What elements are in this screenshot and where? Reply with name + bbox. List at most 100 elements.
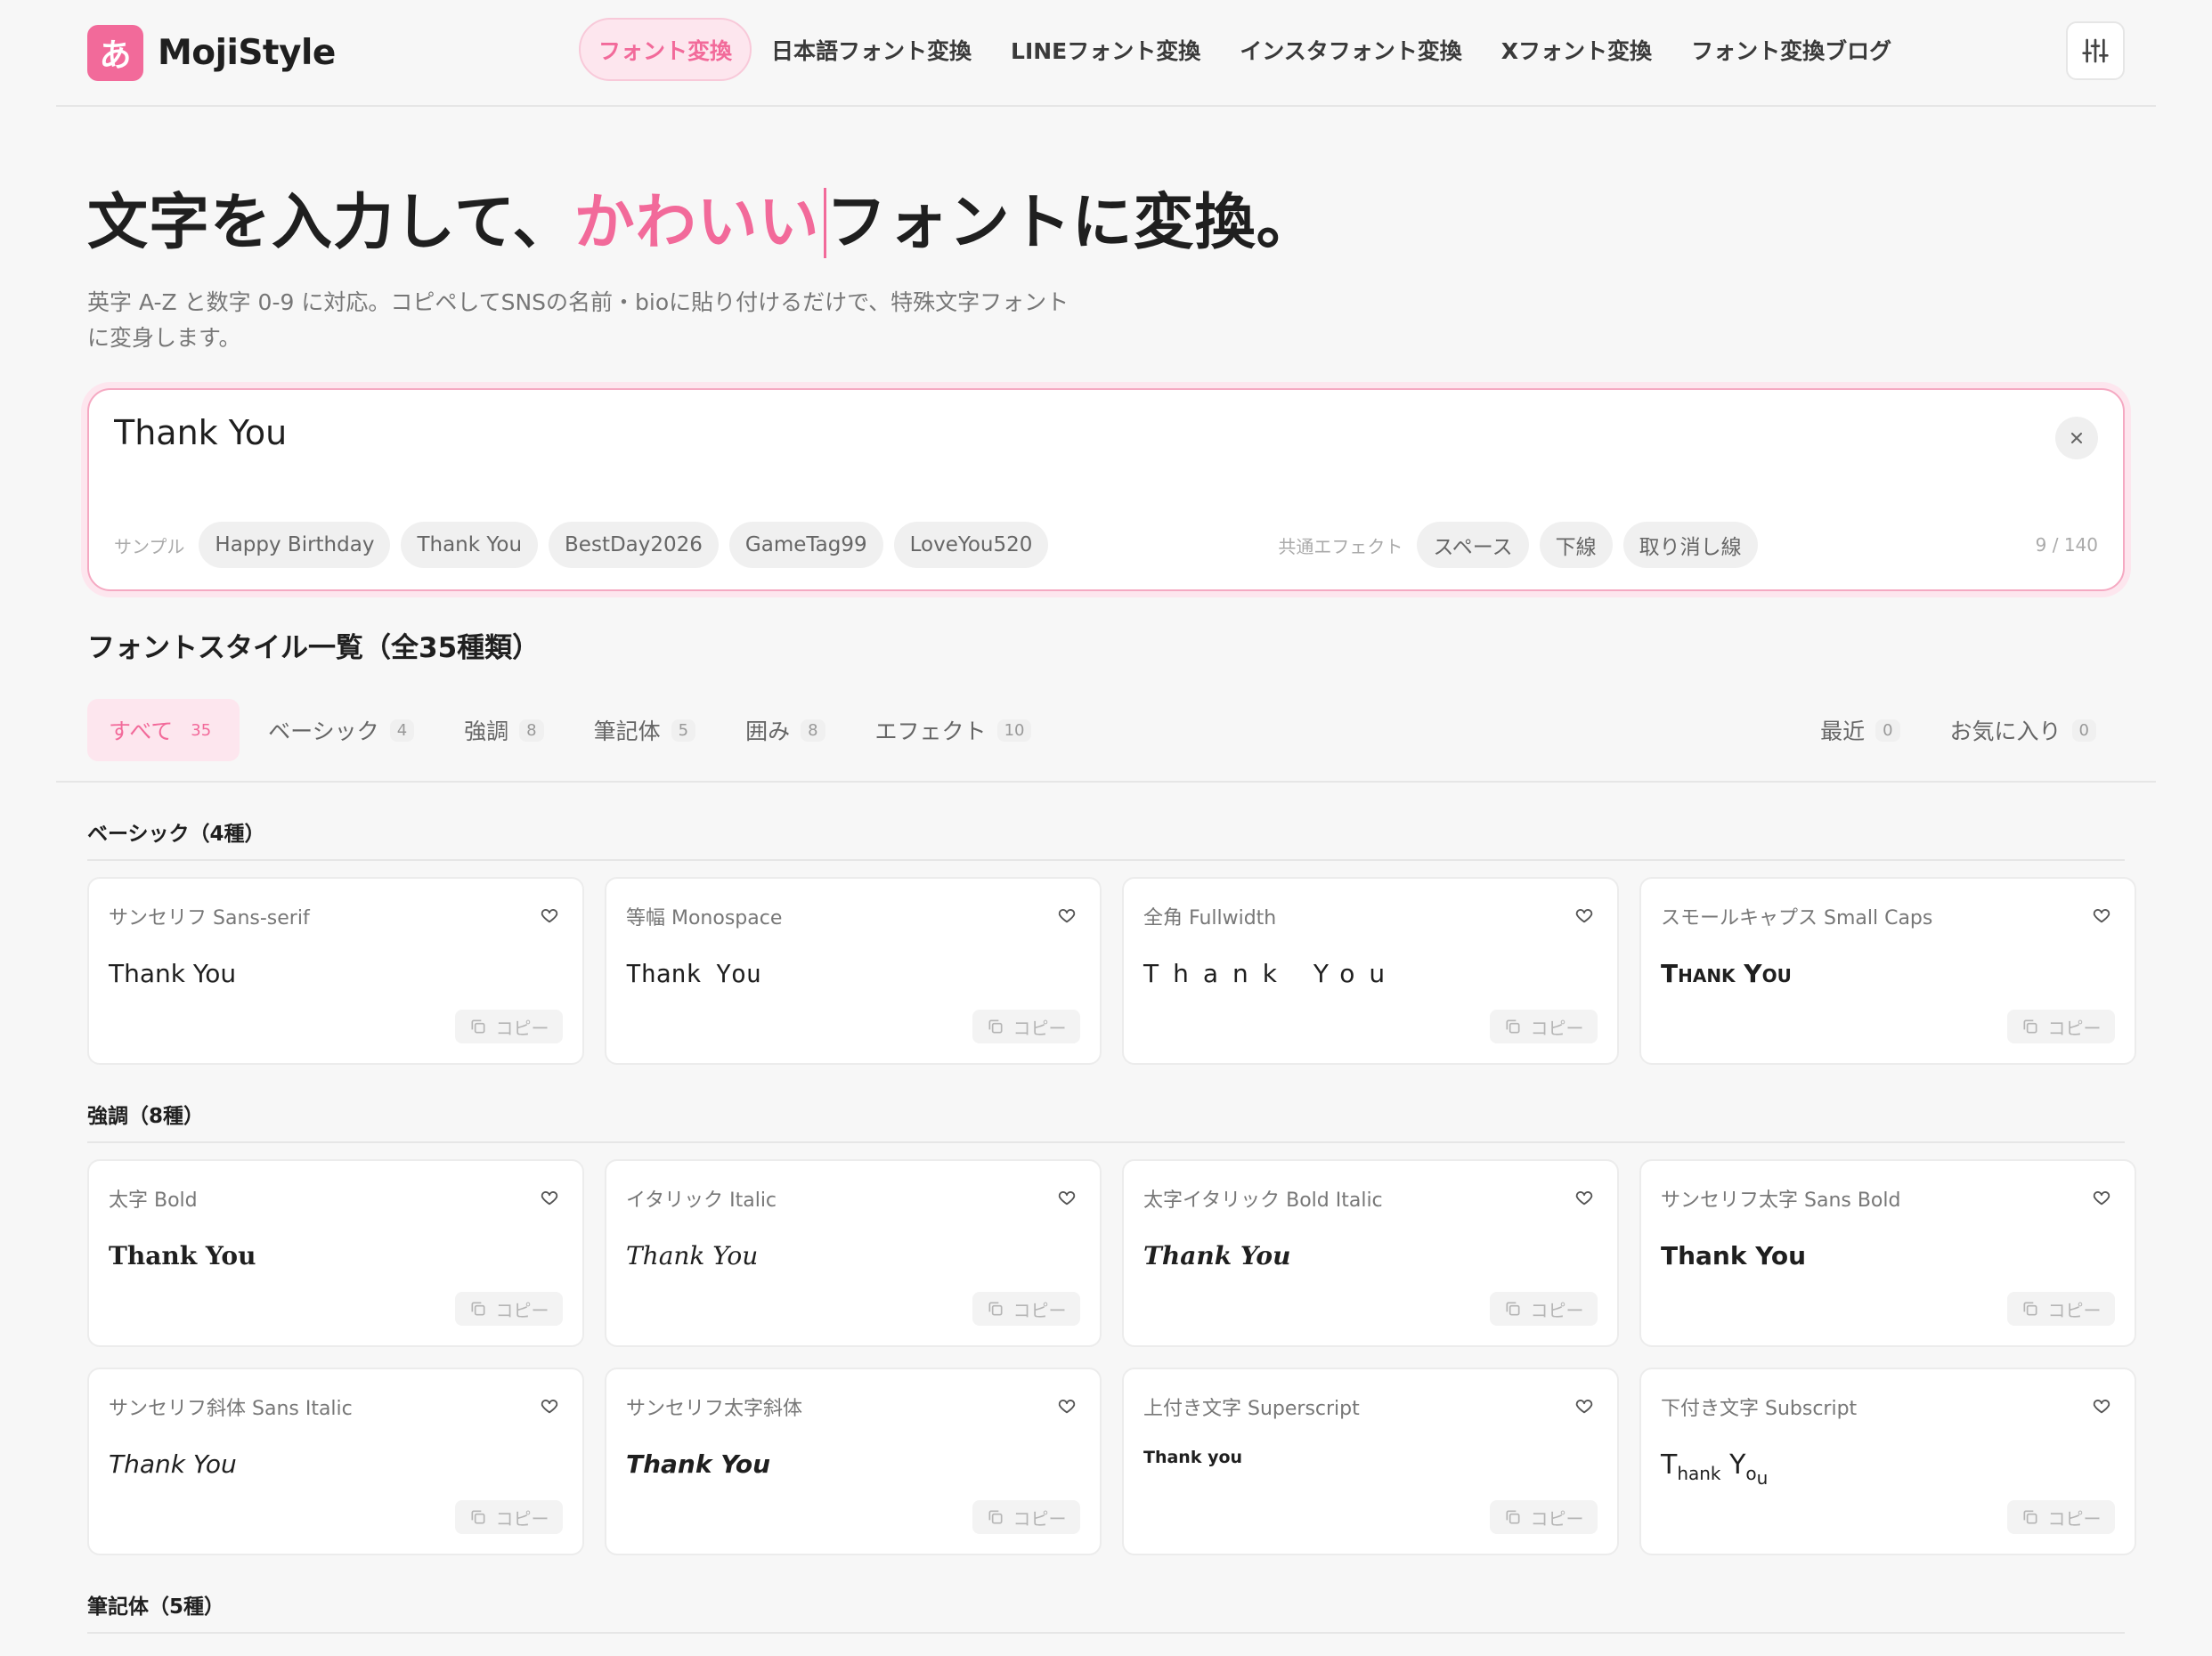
- effect-strike-chip[interactable]: 取り消し線: [1622, 522, 1758, 569]
- nav-instagram-font[interactable]: インスタフォント変換: [1220, 18, 1482, 81]
- effect-underline-chip[interactable]: 下線: [1539, 522, 1613, 569]
- heart-icon: [1575, 1191, 1593, 1205]
- tab-all[interactable]: すべて 35: [87, 699, 240, 762]
- font-style-name: 太字 Bold: [109, 1189, 198, 1213]
- tab-enclosed[interactable]: 囲み 8: [724, 699, 846, 761]
- font-card[interactable]: 太字イタリック Bold Italic Thank You コピー: [1122, 1159, 1619, 1348]
- font-style-name: 全角 Fullwidth: [1143, 907, 1277, 930]
- copy-button[interactable]: コピー: [972, 1500, 1080, 1535]
- copy-button[interactable]: コピー: [1490, 1010, 1598, 1044]
- font-card[interactable]: 太字 Bold Thank You コピー: [87, 1159, 584, 1348]
- copy-button[interactable]: コピー: [2007, 1010, 2115, 1044]
- font-sample: Thank You: [109, 1241, 256, 1271]
- font-style-name: サンセリフ Sans-serif: [109, 907, 310, 930]
- copy-icon: [1506, 1019, 1519, 1034]
- font-card[interactable]: 全角 Fullwidth Thank You コピー: [1122, 877, 1619, 1066]
- favorite-button[interactable]: [1574, 1396, 1594, 1419]
- input-footer: サンプル Happy Birthday Thank You BestDay202…: [114, 522, 2098, 569]
- font-card-grid: 太字 Bold Thank You コピー イタリック Italic Thank You…: [87, 1159, 2136, 1556]
- tab-effect[interactable]: エフェクト 10: [854, 699, 1053, 761]
- copy-button[interactable]: コピー: [1490, 1292, 1598, 1327]
- font-groups: ベーシック（4種） サンセリフ Sans-serif Thank You コピー 等幅 …: [56, 816, 2156, 1635]
- hero-title: 文字を入力して、かわいい フォントに変換。: [87, 188, 2125, 258]
- tab-emphasis[interactable]: 強調 8: [443, 699, 565, 761]
- nav-blog[interactable]: フォント変換ブログ: [1671, 18, 1911, 81]
- logo[interactable]: あ MojiStyle: [87, 24, 336, 81]
- favorite-button[interactable]: [540, 1188, 559, 1211]
- nav-japanese-font[interactable]: 日本語フォント変換: [752, 18, 991, 81]
- logo-text: MojiStyle: [158, 32, 336, 73]
- text-input[interactable]: [114, 413, 1806, 453]
- copy-button[interactable]: コピー: [2007, 1292, 2115, 1327]
- font-card[interactable]: サンセリフ太字斜体 Thank You コピー: [605, 1368, 1102, 1556]
- main-nav: フォント変換 日本語フォント変換 LINEフォント変換 インスタフォント変換 X…: [579, 18, 1911, 81]
- favorite-button[interactable]: [540, 1396, 559, 1419]
- tab-script[interactable]: 筆記体 5: [573, 699, 717, 761]
- sample-label: サンプル: [114, 535, 185, 557]
- sample-chip[interactable]: Thank You: [401, 522, 539, 569]
- copy-icon: [988, 1302, 1002, 1316]
- favorite-button[interactable]: [1574, 905, 1594, 929]
- copy-icon: [1506, 1302, 1519, 1316]
- favorite-button[interactable]: [1574, 1188, 1594, 1211]
- hero-description: 英字 A-Z と数字 0-9 に対応。コピペしてSNSの名前・bioに貼り付ける…: [87, 289, 1069, 352]
- copy-icon: [2023, 1302, 2037, 1316]
- font-card[interactable]: 下付き文字 Subscript Thank You コピー: [1639, 1368, 2136, 1556]
- settings-button[interactable]: [2066, 21, 2125, 80]
- favorite-button[interactable]: [2092, 1396, 2111, 1419]
- font-sample: Thank You: [109, 959, 237, 989]
- font-card[interactable]: サンセリフ太字 Sans Bold Thank You コピー: [1639, 1159, 2136, 1348]
- sample-chip[interactable]: Happy Birthday: [199, 522, 391, 569]
- font-card[interactable]: サンセリフ Sans-serif Thank You コピー: [87, 877, 584, 1066]
- copy-button[interactable]: コピー: [1490, 1500, 1598, 1535]
- copy-icon: [471, 1302, 484, 1316]
- favorite-button[interactable]: [1057, 1396, 1077, 1419]
- font-card[interactable]: 等幅 Monospace Thank You コピー: [605, 877, 1102, 1066]
- font-card[interactable]: スモールキャプス Small Caps Thank You コピー: [1639, 877, 2136, 1066]
- favorite-button[interactable]: [2092, 1188, 2111, 1211]
- tabs-right: 最近 0 お気に入り 0: [1799, 699, 2125, 761]
- group-title: 強調（8種）: [87, 1099, 2125, 1144]
- font-sample: Thank You: [1661, 1449, 1769, 1490]
- font-card-grid: サンセリフ Sans-serif Thank You コピー 等幅 Monospace…: [87, 877, 2136, 1066]
- font-card[interactable]: イタリック Italic Thank You コピー: [605, 1159, 1102, 1348]
- copy-icon: [471, 1019, 484, 1034]
- favorite-button[interactable]: [1057, 1188, 1077, 1211]
- heart-icon: [541, 1400, 558, 1414]
- copy-icon: [2023, 1019, 2037, 1034]
- nav-line-font[interactable]: LINEフォント変換: [991, 18, 1220, 81]
- sample-chip[interactable]: LoveYou520: [893, 522, 1049, 569]
- nav-x-font[interactable]: Xフォント変換: [1482, 18, 1671, 81]
- copy-button[interactable]: コピー: [455, 1292, 563, 1327]
- copy-button[interactable]: コピー: [972, 1010, 1080, 1044]
- copy-icon: [988, 1019, 1002, 1034]
- favorite-button[interactable]: [1057, 905, 1077, 929]
- effect-space-chip[interactable]: スペース: [1417, 522, 1529, 569]
- heart-icon: [1575, 1400, 1593, 1414]
- copy-button[interactable]: コピー: [455, 1010, 563, 1044]
- nav-font-convert[interactable]: フォント変換: [579, 18, 752, 81]
- sample-chip[interactable]: GameTag99: [728, 522, 883, 569]
- tab-basic[interactable]: ベーシック 4: [247, 699, 435, 761]
- tab-recent[interactable]: 最近 0: [1799, 699, 1921, 761]
- copy-button[interactable]: コピー: [455, 1500, 563, 1535]
- heart-icon: [541, 1191, 558, 1205]
- clear-button[interactable]: [2055, 417, 2098, 460]
- heart-icon: [1575, 909, 1593, 923]
- font-sample: Thank you: [1143, 1448, 1243, 1468]
- hero-title-pre: 文字を入力して、: [87, 188, 574, 258]
- sample-chip[interactable]: BestDay2026: [549, 522, 719, 569]
- font-style-name: 等幅 Monospace: [626, 907, 783, 930]
- page: あ MojiStyle フォント変換 日本語フォント変換 LINEフォント変換 …: [0, 0, 2212, 1656]
- font-card[interactable]: 上付き文字 Superscript Thank you コピー: [1122, 1368, 1619, 1556]
- font-sample: Thank You: [626, 959, 761, 989]
- sliders-icon: [2082, 38, 2109, 63]
- font-sample: Thank You: [1661, 959, 1792, 989]
- copy-button[interactable]: コピー: [972, 1292, 1080, 1327]
- favorite-button[interactable]: [540, 905, 559, 929]
- heart-icon: [2093, 1400, 2110, 1414]
- favorite-button[interactable]: [2092, 905, 2111, 929]
- copy-button[interactable]: コピー: [2007, 1500, 2115, 1535]
- font-card[interactable]: サンセリフ斜体 Sans Italic Thank You コピー: [87, 1368, 584, 1556]
- tab-favorites[interactable]: お気に入り 0: [1929, 699, 2118, 761]
